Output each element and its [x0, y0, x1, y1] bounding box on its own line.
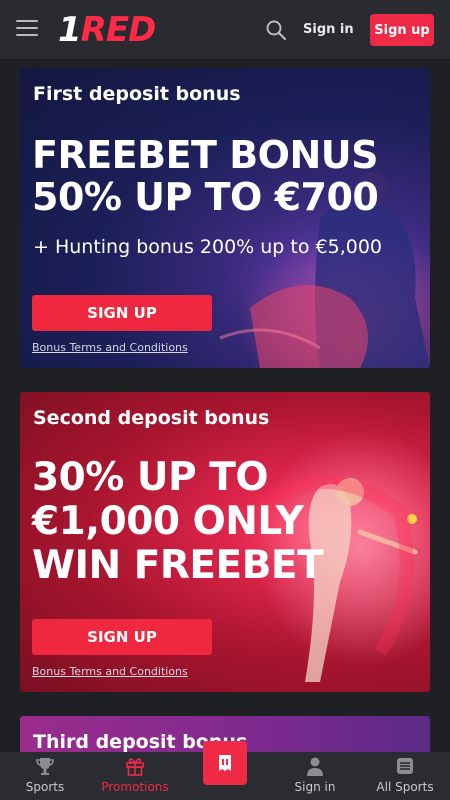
bonus-terms-link[interactable]: Bonus Terms and Conditions: [32, 665, 188, 678]
brand-logo[interactable]: 1RED: [58, 10, 157, 50]
betslip-button[interactable]: [203, 741, 247, 785]
list-icon: [397, 758, 413, 774]
gift-icon: [126, 758, 144, 776]
promo-headline: 30% UP TO €1,000 ONLY WIN FREEBET: [32, 455, 324, 588]
promo-card-first-deposit[interactable]: First deposit bonus FREEBET BONUS 50% UP…: [20, 68, 430, 368]
top-header: 1RED Sign in Sign up: [0, 0, 450, 60]
promo-headline: FREEBET BONUS 50% UP TO €700: [32, 133, 379, 219]
nav-item-sports[interactable]: Sports: [5, 752, 85, 800]
trophy-icon: [36, 758, 54, 775]
promo-eyebrow: First deposit bonus: [33, 83, 241, 105]
nav-item-all-sports[interactable]: All Sports: [365, 752, 445, 800]
nav-label: Sign in: [294, 780, 336, 794]
promo-eyebrow: Second deposit bonus: [33, 407, 270, 429]
promo-subline: + Hunting bonus 200% up to €5,000: [33, 236, 383, 258]
hamburger-menu-icon[interactable]: [16, 20, 38, 38]
search-icon[interactable]: [265, 19, 287, 41]
user-icon: [307, 757, 323, 776]
nav-label: Promotions: [101, 780, 169, 794]
nav-label: All Sports: [376, 780, 434, 794]
logo-text: RED: [80, 10, 157, 50]
bonus-terms-link[interactable]: Bonus Terms and Conditions: [32, 341, 188, 354]
promo-card-second-deposit[interactable]: Second deposit bonus 30% UP TO €1,000 ON…: [20, 392, 430, 692]
nav-item-promotions[interactable]: Promotions: [95, 752, 175, 800]
betslip-icon: [219, 755, 231, 771]
header-signup-button[interactable]: Sign up: [370, 14, 434, 46]
nav-item-signin[interactable]: Sign in: [275, 752, 355, 800]
signup-cta-button[interactable]: SIGN UP: [32, 619, 212, 655]
header-signin-link[interactable]: Sign in: [303, 19, 354, 41]
signup-cta-button[interactable]: SIGN UP: [32, 295, 212, 331]
logo-prefix: 1: [58, 10, 82, 50]
nav-label: Sports: [25, 780, 65, 794]
